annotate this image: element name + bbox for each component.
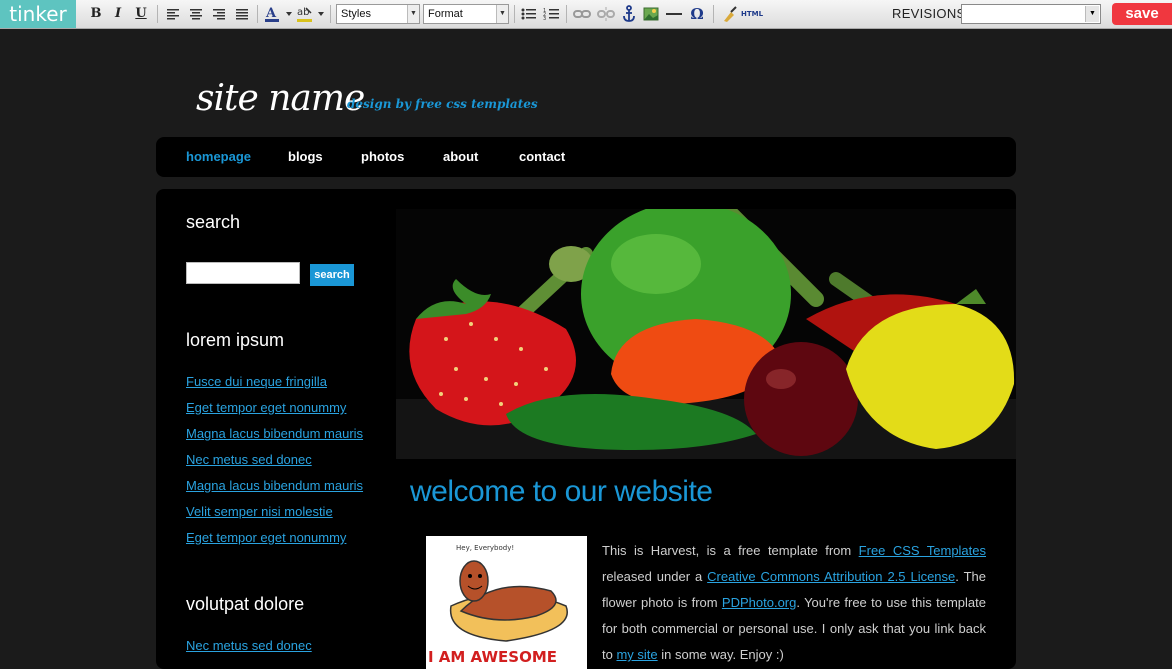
- toolbar-divider: [157, 5, 158, 23]
- site-subtitle: design by free css templates: [347, 97, 538, 111]
- html-source-button[interactable]: HTML: [741, 4, 763, 24]
- nav-item-homepage[interactable]: homepage: [186, 149, 251, 164]
- special-character-button[interactable]: Ω: [688, 4, 706, 24]
- align-justify-icon[interactable]: [234, 4, 250, 24]
- toolbar-divider: [330, 5, 331, 23]
- highlight-color-icon[interactable]: ab: [296, 4, 326, 24]
- creative-commons-link[interactable]: Creative Commons Attribution 2.5 License: [707, 569, 955, 584]
- align-right-icon[interactable]: [211, 4, 227, 24]
- toolbar-divider: [566, 5, 567, 23]
- editor-toolbar: tinker B I U A ab Styles ▼ Format ▼ 1 2 …: [0, 0, 1172, 29]
- unlink-icon[interactable]: [596, 4, 616, 24]
- intro-text: in some way. Enjoy :): [657, 647, 784, 662]
- sidebar-link[interactable]: Magna lacus bibendum mauris: [186, 426, 363, 441]
- nav-item-contact[interactable]: contact: [519, 149, 565, 164]
- revisions-select[interactable]: ▼: [961, 4, 1101, 24]
- sidebar-link[interactable]: Eget tempor eget nonummy: [186, 400, 346, 415]
- pdphoto-link[interactable]: PDPhoto.org: [722, 595, 796, 610]
- text-color-icon[interactable]: A: [264, 4, 294, 24]
- toolbar-divider: [713, 5, 714, 23]
- bullet-list-icon[interactable]: [520, 4, 538, 24]
- nav-item-about[interactable]: about: [443, 149, 478, 164]
- chevron-down-icon: ▼: [407, 5, 419, 23]
- align-center-icon[interactable]: [188, 4, 204, 24]
- site-title[interactable]: site name: [196, 78, 365, 119]
- sidebar-link[interactable]: Fusce dui neque fringilla: [186, 374, 327, 389]
- chevron-down-icon: ▼: [1085, 6, 1099, 22]
- underline-button[interactable]: U: [133, 4, 149, 24]
- sidebar-link[interactable]: Velit semper nisi molestie: [186, 504, 333, 519]
- vegetables-hero-image: [396, 209, 1016, 459]
- toolbar-divider: [514, 5, 515, 23]
- hotdog-cartoon-image: Hey, Everybody! I AM AWESOME: [426, 536, 587, 669]
- svg-text:A: A: [265, 6, 277, 21]
- main-navigation: homepage blogs photos about contact: [156, 137, 1016, 177]
- styles-select[interactable]: Styles ▼: [336, 4, 420, 24]
- sidebar-link[interactable]: Nec metus sed donec: [186, 638, 312, 653]
- italic-button[interactable]: I: [110, 4, 126, 24]
- volutpat-dolore-heading: volutpat dolore: [186, 594, 305, 614]
- svg-text:3: 3: [543, 16, 546, 22]
- intro-text: released under a: [602, 569, 708, 584]
- sidebar-link[interactable]: Nec metus sed donec: [186, 452, 312, 467]
- lorem-ipsum-heading: lorem ipsum: [186, 330, 285, 350]
- nav-item-blogs[interactable]: blogs: [288, 149, 323, 164]
- my-site-link[interactable]: my site: [616, 647, 657, 662]
- link-icon[interactable]: [572, 4, 592, 24]
- anchor-icon[interactable]: [620, 4, 638, 24]
- format-select[interactable]: Format ▼: [423, 4, 509, 24]
- nav-item-photos[interactable]: photos: [361, 149, 404, 164]
- thumb-caption-top: Hey, Everybody!: [456, 544, 514, 552]
- save-button[interactable]: save: [1112, 3, 1172, 25]
- intro-paragraph: This is Harvest, is a free template from…: [602, 538, 986, 668]
- bold-button[interactable]: B: [88, 4, 104, 24]
- intro-text: This is Harvest, is a free template from: [602, 543, 859, 558]
- image-icon[interactable]: [642, 4, 660, 24]
- format-select-value: Format: [428, 8, 463, 20]
- search-button[interactable]: search: [310, 264, 354, 286]
- clean-formatting-icon[interactable]: [720, 4, 740, 24]
- sidebar-link[interactable]: Magna lacus bibendum mauris: [186, 478, 363, 493]
- revisions-label: REVISIONS: [892, 6, 966, 21]
- sidebar-link[interactable]: Eget tempor eget nonummy: [186, 530, 346, 545]
- content-panel: search search lorem ipsum Fusce dui nequ…: [156, 189, 1016, 669]
- free-css-templates-link[interactable]: Free CSS Templates: [859, 543, 986, 558]
- chevron-down-icon: ▼: [496, 5, 508, 23]
- toolbar-divider: [257, 5, 258, 23]
- align-left-icon[interactable]: [165, 4, 181, 24]
- search-heading: search: [186, 212, 241, 232]
- thumb-caption-bottom: I AM AWESOME: [428, 648, 557, 666]
- welcome-heading: welcome to our website: [410, 475, 713, 508]
- numbered-list-icon[interactable]: 123: [543, 4, 561, 24]
- search-input[interactable]: [186, 262, 300, 284]
- styles-select-value: Styles: [341, 8, 371, 20]
- horizontal-rule-icon[interactable]: [664, 4, 684, 24]
- tinker-logo: tinker: [0, 0, 76, 28]
